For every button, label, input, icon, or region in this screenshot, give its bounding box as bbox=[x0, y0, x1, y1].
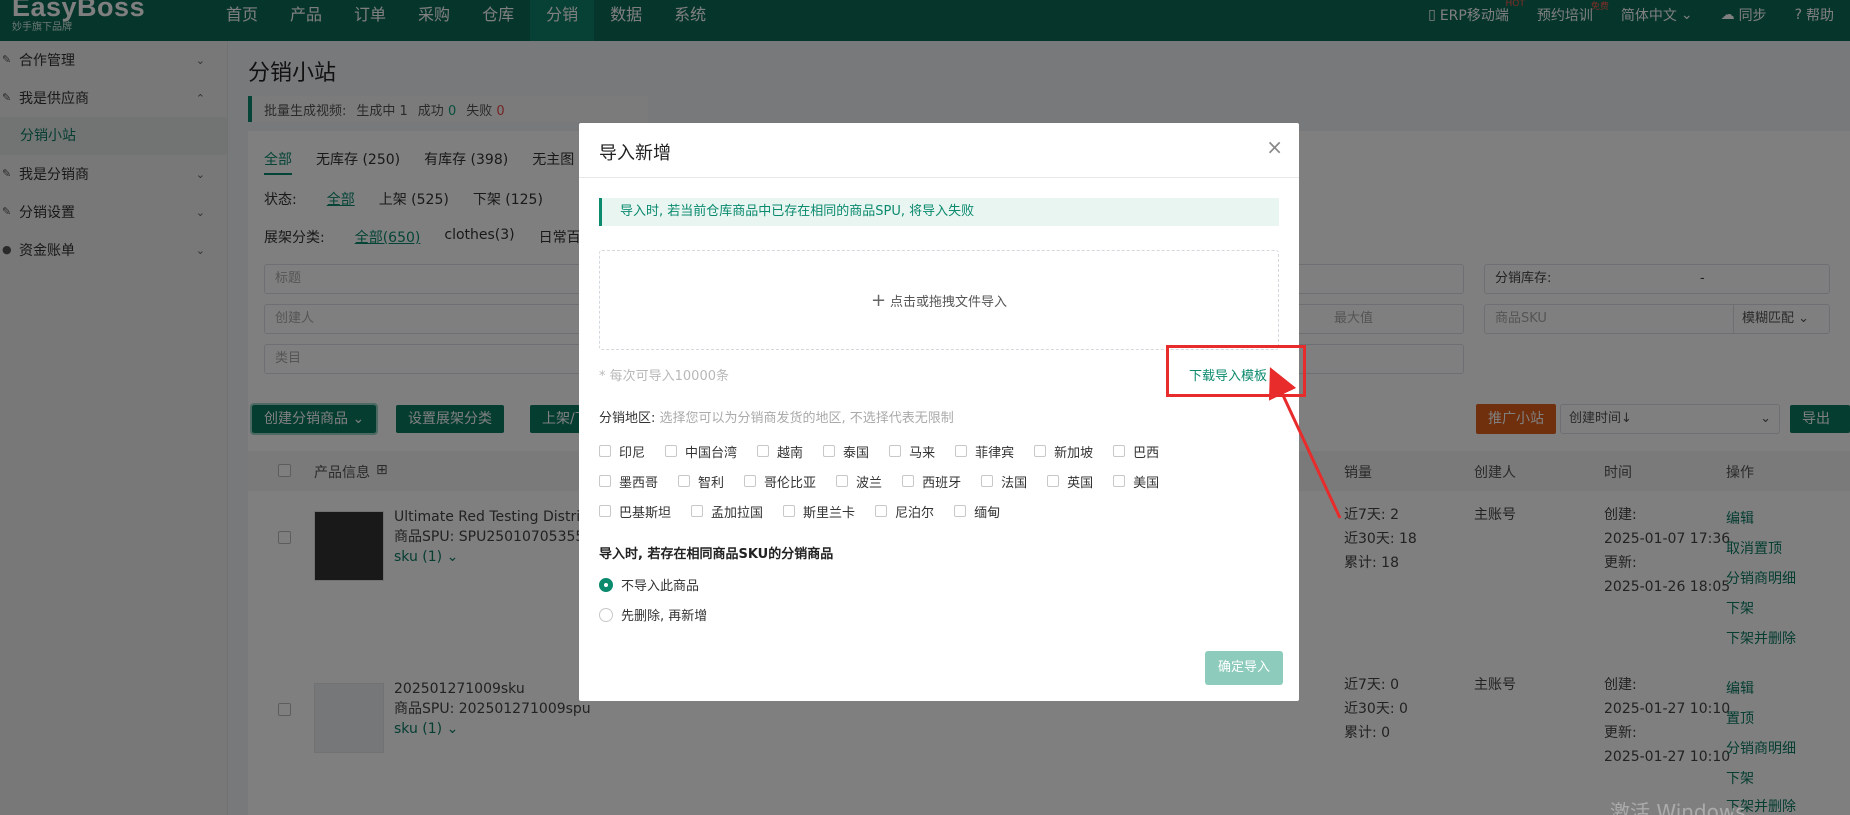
annotation-arrow bbox=[1268, 367, 1342, 519]
windows-watermark: 激活 Windows bbox=[1610, 800, 1746, 815]
